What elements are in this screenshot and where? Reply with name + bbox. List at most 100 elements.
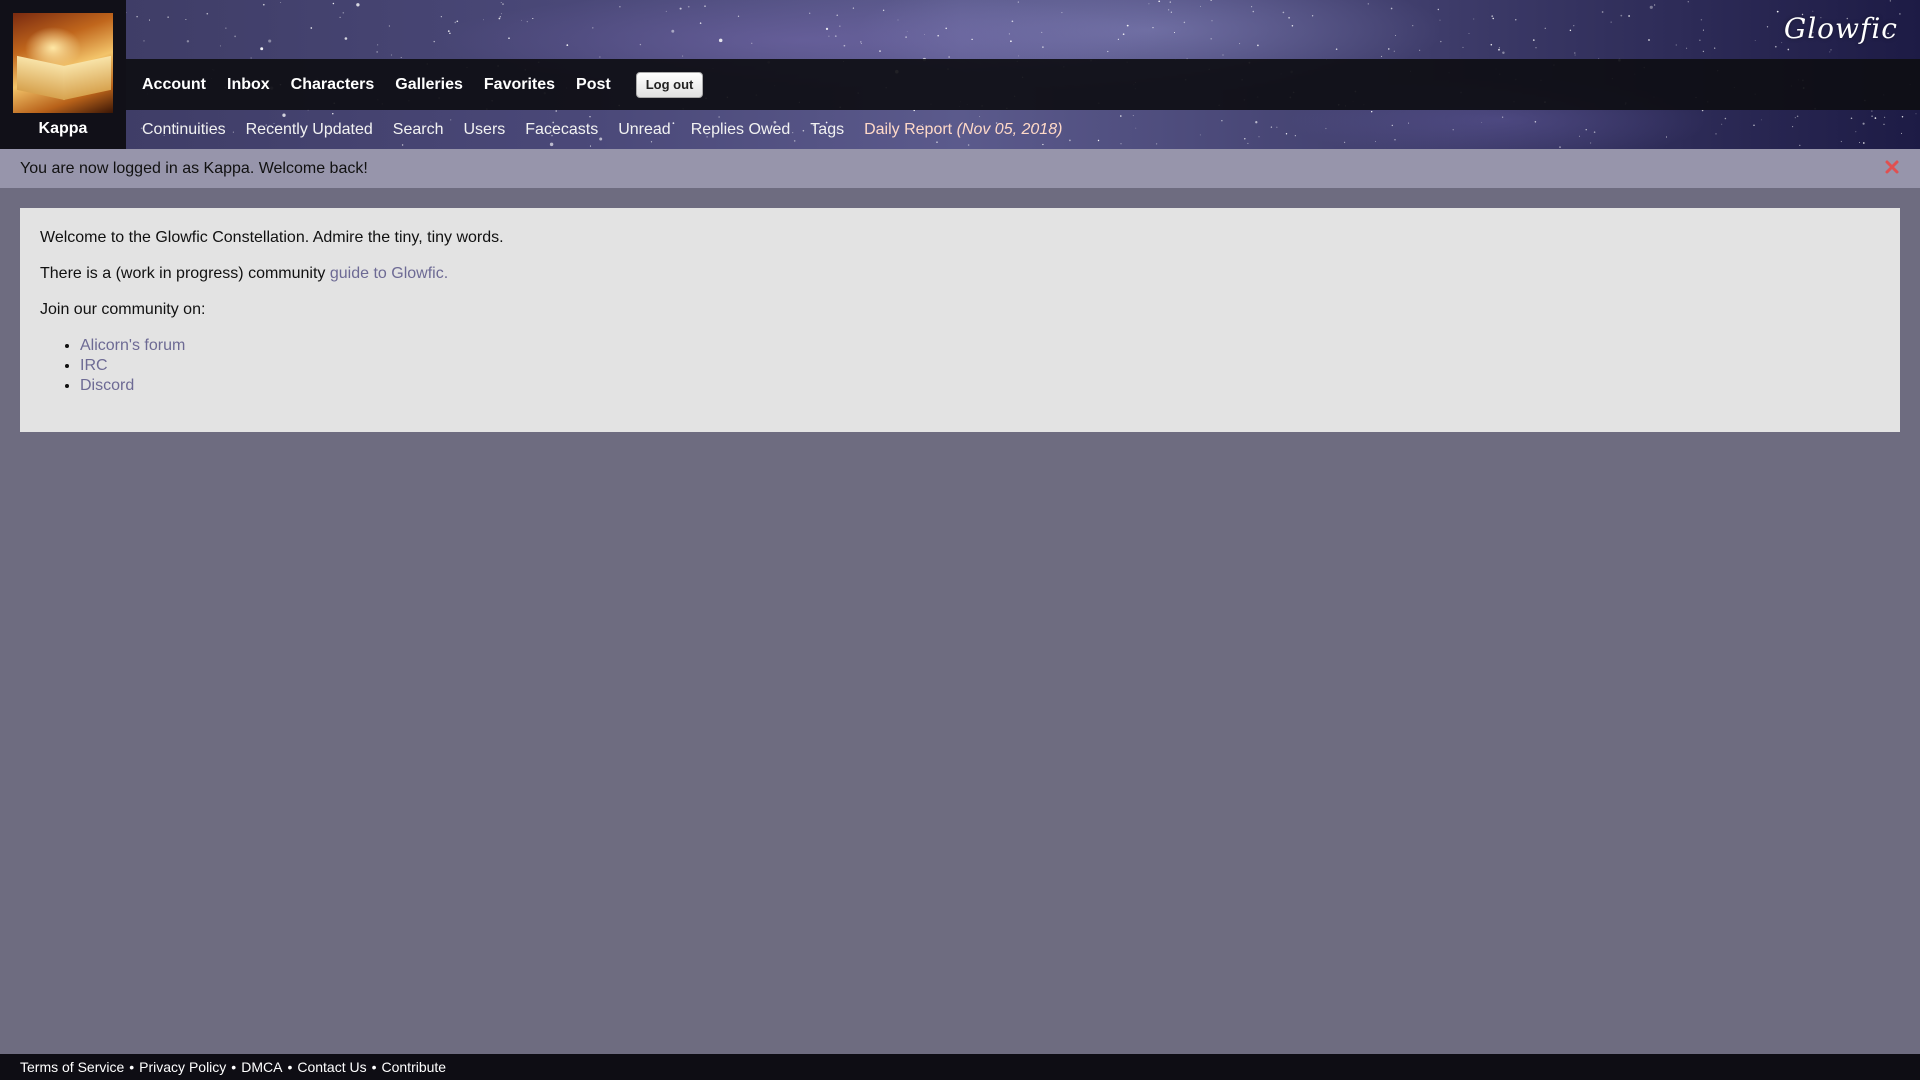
star: [344, 37, 348, 40]
star: [1168, 9, 1170, 11]
star: [1787, 48, 1790, 51]
star: [843, 44, 846, 47]
star: [860, 41, 862, 43]
star: [500, 2, 502, 3]
star: [1702, 29, 1704, 31]
join-text: Join our community on:: [40, 301, 206, 318]
star: [1830, 49, 1832, 51]
nav-tags[interactable]: Tags: [810, 121, 844, 139]
user-avatar-block[interactable]: Kappa: [0, 0, 126, 149]
star: [1042, 46, 1044, 48]
star: [167, 16, 169, 18]
star: [1468, 33, 1470, 35]
nav-characters[interactable]: Characters: [291, 76, 375, 94]
alicorns-forum-link[interactable]: Alicorn's forum: [80, 337, 185, 354]
welcome-text: Welcome to the Glowfic Constellation. Ad…: [40, 229, 504, 246]
privacy-policy-link[interactable]: Privacy Policy: [139, 1059, 226, 1075]
star: [1239, 43, 1241, 45]
star: [1210, 0, 1212, 2]
star: [1173, 31, 1176, 34]
nav-recently-updated[interactable]: Recently Updated: [246, 121, 373, 139]
close-x-icon[interactable]: [1884, 159, 1900, 175]
star: [1569, 29, 1572, 32]
username[interactable]: Kappa: [0, 120, 126, 138]
nav-search[interactable]: Search: [393, 121, 444, 139]
star: [1610, 21, 1612, 23]
discord-link[interactable]: Discord: [80, 377, 134, 394]
star: [1653, 4, 1656, 6]
irc-link[interactable]: IRC: [80, 357, 108, 374]
star: [1754, 40, 1756, 41]
list-item: Discord: [80, 376, 1880, 396]
nav-facecasts[interactable]: Facecasts: [525, 121, 598, 139]
contact-us-link[interactable]: Contact Us: [297, 1059, 366, 1075]
contribute-link[interactable]: Contribute: [382, 1059, 447, 1075]
star: [1515, 19, 1517, 21]
nav-post[interactable]: Post: [576, 76, 611, 94]
star: [1393, 50, 1395, 52]
star: [1018, 55, 1020, 57]
star: [1017, 1, 1019, 3]
footer-separator: •: [231, 1059, 237, 1075]
nav-users[interactable]: Users: [464, 121, 506, 139]
star: [852, 7, 855, 9]
star: [1473, 18, 1475, 20]
dmca-link[interactable]: DMCA: [241, 1059, 282, 1075]
star: [483, 19, 484, 21]
nav-continuities[interactable]: Continuities: [142, 121, 226, 139]
star: [1311, 15, 1314, 17]
guide-link[interactable]: guide to Glowfic.: [330, 265, 448, 282]
star: [456, 20, 459, 23]
star: [718, 38, 723, 43]
star: [1211, 20, 1213, 22]
star: [499, 16, 501, 18]
star: [897, 19, 899, 21]
star: [879, 50, 881, 52]
star: [260, 47, 264, 51]
star: [1628, 15, 1630, 17]
star: [1041, 31, 1043, 33]
star: [1210, 37, 1213, 40]
star: [828, 35, 830, 37]
primary-nav: Account Inbox Characters Galleries Favor…: [126, 59, 1920, 110]
star: [332, 2, 335, 5]
star: [1381, 55, 1383, 57]
star: [924, 33, 925, 35]
nav-favorites[interactable]: Favorites: [484, 76, 555, 94]
site-header: Kappa Account Inbox Characters Galleries…: [0, 0, 1920, 149]
star: [679, 7, 682, 10]
nav-replies-owed[interactable]: Replies Owed: [691, 121, 791, 139]
nav-galleries[interactable]: Galleries: [395, 76, 463, 94]
star: [619, 6, 621, 8]
star: [639, 43, 642, 46]
star: [1889, 0, 1891, 2]
star: [1158, 0, 1161, 3]
nav-account[interactable]: Account: [142, 76, 206, 94]
star: [1061, 12, 1063, 14]
star: [1462, 46, 1464, 48]
avatar[interactable]: [13, 13, 113, 113]
star: [1620, 14, 1623, 17]
star: [737, 15, 740, 17]
star: [1574, 52, 1576, 54]
star: [704, 5, 706, 7]
star: [498, 17, 501, 20]
nav-daily-report[interactable]: Daily Report (Nov 05, 2018): [864, 121, 1062, 139]
terms-of-service-link[interactable]: Terms of Service: [20, 1059, 124, 1075]
star: [1502, 51, 1505, 54]
star: [1011, 20, 1014, 23]
star: [136, 15, 138, 18]
star: [682, 55, 684, 57]
nav-inbox[interactable]: Inbox: [227, 76, 270, 94]
star: [339, 16, 341, 19]
star: [1714, 47, 1716, 49]
star: [1532, 39, 1535, 41]
star: [143, 40, 145, 42]
star: [566, 44, 569, 46]
star: [400, 57, 402, 58]
site-footer: Terms of Service • Privacy Policy • DMCA…: [0, 1054, 1920, 1080]
logout-button[interactable]: Log out: [635, 71, 704, 98]
nav-unread[interactable]: Unread: [618, 121, 670, 139]
star: [839, 25, 841, 27]
site-logo[interactable]: Glowfic: [1784, 12, 1898, 45]
